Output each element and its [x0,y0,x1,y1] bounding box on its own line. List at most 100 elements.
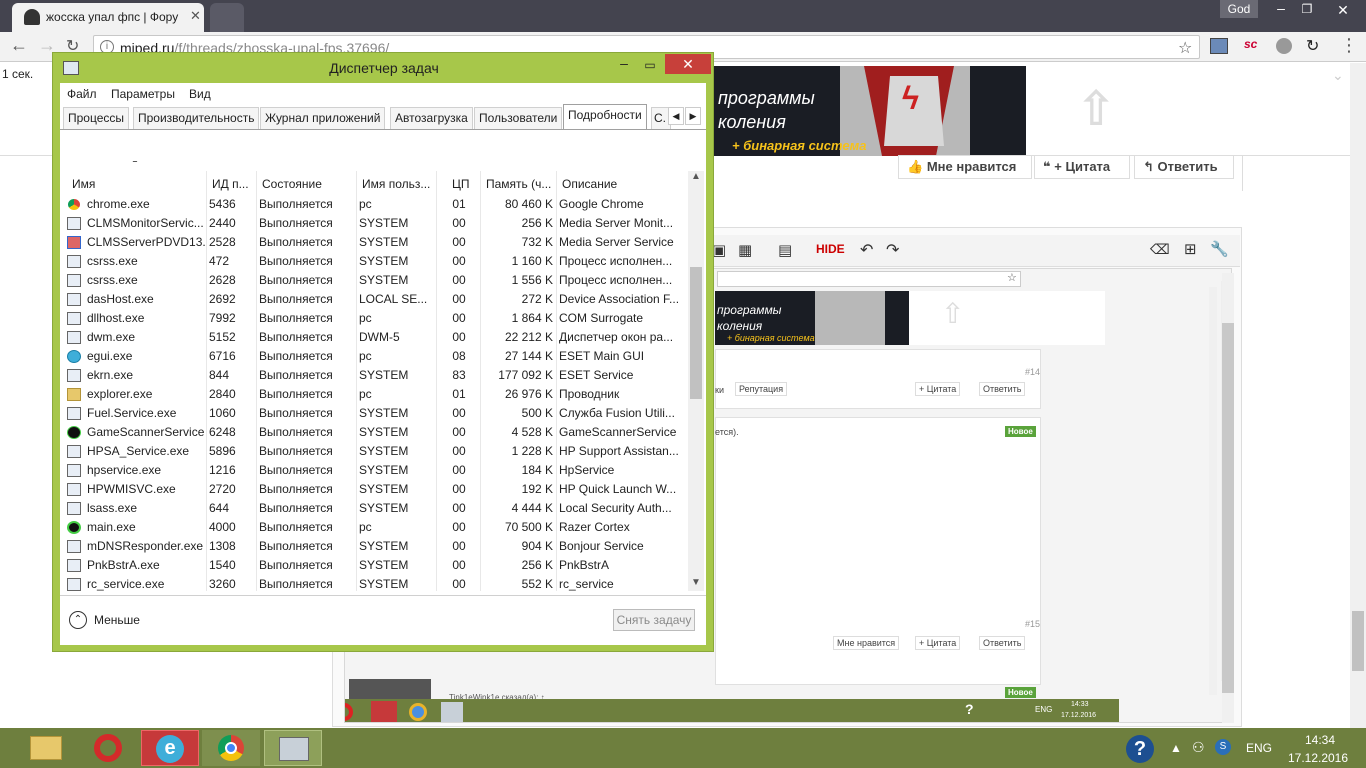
wrench-icon[interactable]: 🔧 [1210,240,1229,258]
details-list[interactable]: ▲ Имя ИД п... Состояние Имя польз... ЦП … [63,161,704,593]
clock-date[interactable]: 17.12.2016 [1282,751,1354,765]
table-row[interactable]: csrss.exe 2628 Выполняется SYSTEM 00 1 556 K П… [63,271,693,290]
tray-expand-icon[interactable]: ▲ [1170,741,1182,755]
extension-screen-icon[interactable] [1210,38,1228,54]
bookmark-star-icon[interactable]: ☆ [1178,38,1192,58]
table-row[interactable]: Fuel.Service.exe 1060 Выполняется SYSTEM 00 5… [63,404,693,423]
chevron-down-icon[interactable]: ⌄ [1332,67,1344,84]
tm-maximize-icon[interactable]: ▭ [637,55,663,75]
minimize-icon[interactable]: – [1266,0,1296,20]
tab-close-icon[interactable]: ✕ [190,8,201,24]
table-row[interactable]: csrss.exe 472 Выполняется SYSTEM 00 1 160 K Пр… [63,252,693,271]
quote-button[interactable]: ❝ + Цитата [1034,155,1130,179]
table-row[interactable]: hpservice.exe 1216 Выполняется SYSTEM 00 184 … [63,461,693,480]
taskbar-eset[interactable]: e [141,730,199,766]
page-scrollbar[interactable] [1350,63,1366,728]
cell-description: ESET Service [559,368,634,382]
skype-icon[interactable]: S [1215,739,1231,755]
collapse-icon[interactable]: ⌃ [69,611,87,629]
col-status[interactable]: Состояние [262,173,322,195]
expand-icon[interactable]: ⊞ [1184,240,1197,258]
table-row[interactable]: rc_service.exe 3260 Выполняется SYSTEM 00 552… [63,575,693,593]
cell-pid: 2528 [209,235,236,249]
extension-sync-icon[interactable]: ↻ [1306,36,1319,56]
table-row[interactable]: egui.exe 6716 Выполняется pc 08 27 144 K ESET … [63,347,693,366]
table-row[interactable]: dwm.exe 5152 Выполняется DWM-5 00 22 212 K Дис… [63,328,693,347]
col-description[interactable]: Описание [562,173,617,195]
network-icon[interactable]: ⚇ [1192,739,1205,756]
extension-sc-icon[interactable]: sc [1244,37,1257,51]
table-row[interactable]: explorer.exe 2840 Выполняется pc 01 26 976 K П… [63,385,693,404]
eraser-icon[interactable]: ⌫ [1150,241,1170,258]
fewer-details-link[interactable]: Меньше [94,613,140,627]
new-tab-button[interactable] [210,3,244,32]
table-row[interactable]: chrome.exe 5436 Выполняется pc 01 80 460 K Goo… [63,195,693,214]
hide-button[interactable]: HIDE [816,242,845,256]
extension-globe-icon[interactable] [1276,38,1292,54]
ad-banner[interactable]: ϟ программы коления + бинарная система [714,66,1026,156]
taskbar-opera[interactable] [80,730,138,766]
like-button[interactable]: 👍 Мне нравится [898,155,1032,179]
scroll-up-icon[interactable]: ▲ [691,171,701,182]
table-row[interactable]: ekrn.exe 844 Выполняется SYSTEM 83 177 092 K E… [63,366,693,385]
col-cpu[interactable]: ЦП [452,173,470,195]
tab-processes[interactable]: Процессы [63,107,130,129]
table-row[interactable]: main.exe 4000 Выполняется pc 00 70 500 K Razer… [63,518,693,537]
taskbar-task-manager[interactable] [264,730,322,766]
tab-scroll-right-icon[interactable]: ▶ [685,107,701,125]
reply-icon: ↰ [1143,159,1154,174]
scroll-up-arrow-icon[interactable]: ⇧ [1076,81,1116,137]
folder-icon [30,736,62,760]
scroll-thumb[interactable] [690,267,702,399]
taskbar-explorer[interactable] [18,730,76,766]
taskbar-chrome[interactable] [202,730,260,766]
tab-app-history[interactable]: Журнал приложений [260,107,386,129]
col-user[interactable]: Имя польз... [362,173,430,195]
close-window-icon[interactable]: ✕ [1320,0,1366,20]
process-icon [67,217,81,230]
scroll-down-icon[interactable]: ▼ [691,577,701,588]
language-indicator[interactable]: ENG [1246,741,1272,755]
table-row[interactable]: HPSA_Service.exe 5896 Выполняется SYSTEM 00 1… [63,442,693,461]
table-row[interactable]: GameScannerService... 6248 Выполняется SYST… [63,423,693,442]
undo-icon[interactable]: ↶ [860,240,873,260]
maximize-icon[interactable]: ❐ [1294,0,1320,20]
help-icon[interactable]: ? [1126,735,1154,763]
table-row[interactable]: dllhost.exe 7992 Выполняется pc 00 1 864 K COM… [63,309,693,328]
image-icon[interactable]: ▣ [712,241,726,259]
menu-options[interactable]: Параметры [111,87,175,101]
process-icon [67,312,81,325]
tab-startup[interactable]: Автозагрузка [390,107,473,129]
table-row[interactable]: PnkBstrA.exe 1540 Выполняется SYSTEM 00 256 K… [63,556,693,575]
menu-icon[interactable]: ⋮ [1340,35,1358,56]
table-row[interactable]: CLMSServerPDVD13... 2528 Выполняется SYSTEM… [63,233,693,252]
redo-icon[interactable]: ↷ [886,240,899,260]
back-icon[interactable]: ← [10,35,28,56]
clock-time[interactable]: 14:34 [1290,733,1350,747]
reply-button[interactable]: ↰ Ответить [1134,155,1234,179]
col-pid[interactable]: ИД п... [212,173,249,195]
tab-scroll-left-icon[interactable]: ◀ [668,107,684,125]
col-name[interactable]: Имя [72,173,95,195]
site-favicon-icon [24,9,40,25]
table-row[interactable]: lsass.exe 644 Выполняется SYSTEM 00 4 444 K Lo… [63,499,693,518]
tm-close-icon[interactable]: ✕ [665,54,711,74]
tm-minimize-icon[interactable]: – [611,55,637,75]
tab-details[interactable]: Подробности [563,104,647,130]
browser-tabstrip: жосска упал фпс | Фору ✕ God – ❐ ✕ [0,0,1366,32]
browser-tab[interactable]: жосска упал фпс | Фору ✕ [12,3,204,32]
table-row[interactable]: HPWMISVC.exe 2720 Выполняется SYSTEM 00 192 K… [63,480,693,499]
end-task-button[interactable]: Снять задачу [613,609,695,631]
menu-file[interactable]: Файл [67,87,97,101]
tab-performance[interactable]: Производительность [133,107,260,129]
table-row[interactable]: dasHost.exe 2692 Выполняется LOCAL SE... 00 2… [63,290,693,309]
profile-button[interactable]: God [1220,0,1258,18]
col-memory[interactable]: Память (ч... [486,173,551,195]
media-icon[interactable]: ▦ [738,241,752,259]
table-row[interactable]: CLMSMonitorServic... 2440 Выполняется SYSTE… [63,214,693,233]
menu-view[interactable]: Вид [189,87,211,101]
save-draft-icon[interactable]: ▤ [778,241,792,259]
list-scrollbar[interactable]: ▲ ▼ [688,171,704,591]
table-row[interactable]: mDNSResponder.exe 1308 Выполняется SYSTEM 00… [63,537,693,556]
tab-users[interactable]: Пользователи [474,107,563,129]
